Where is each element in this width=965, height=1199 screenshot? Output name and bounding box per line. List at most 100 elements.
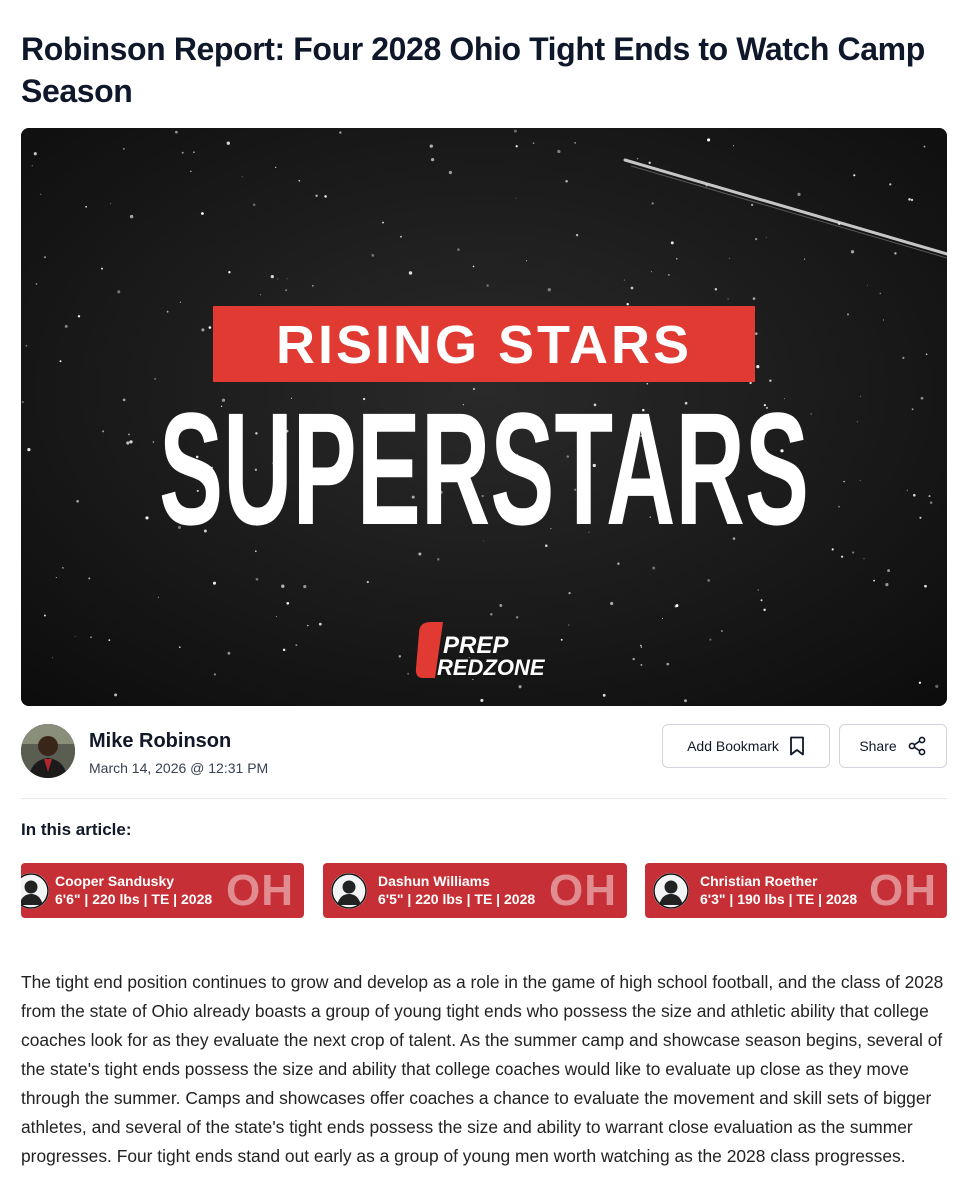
star-dot xyxy=(518,685,522,689)
star-dot xyxy=(623,279,626,281)
star-dot xyxy=(754,237,758,241)
star-dot xyxy=(850,250,855,254)
star-dot xyxy=(515,197,517,199)
star-dot xyxy=(707,578,711,582)
star-dot xyxy=(298,179,301,182)
star-dot xyxy=(324,195,327,198)
star-dot xyxy=(102,430,105,433)
star-dot xyxy=(88,577,91,580)
share-button[interactable]: Share xyxy=(839,724,947,768)
star-dot xyxy=(429,144,433,148)
star-dot xyxy=(935,684,939,689)
star-dot xyxy=(339,131,342,134)
player-info: 6'3" | 190 lbs | TE | 2028 xyxy=(700,891,858,907)
player-card-dashun-williams[interactable]: Dashun Williams 6'5" | 220 lbs | TE | 20… xyxy=(323,863,627,918)
author-avatar[interactable] xyxy=(21,724,75,778)
player-card-cooper-sandusky[interactable]: Cooper Sandusky 6'6" | 220 lbs | TE | 20… xyxy=(21,863,304,918)
star-dot xyxy=(515,145,518,148)
star-dot xyxy=(919,516,922,519)
add-bookmark-button[interactable]: Add Bookmark xyxy=(662,724,830,768)
star-dot xyxy=(303,585,307,589)
rising-stars-text: RISING STARS xyxy=(276,315,692,375)
star-dot xyxy=(25,344,28,347)
add-bookmark-label: Add Bookmark xyxy=(687,738,779,754)
star-dot xyxy=(101,267,103,270)
star-dot xyxy=(918,681,922,684)
star-dot xyxy=(448,170,452,175)
star-dot xyxy=(457,248,460,251)
star-dot xyxy=(727,298,729,300)
superstars-headline: SUPERSTARS xyxy=(159,379,809,558)
star-dot xyxy=(431,158,435,162)
star-dot xyxy=(906,489,908,491)
player-info: 6'5" | 220 lbs | TE | 2028 xyxy=(378,891,536,907)
star-dot xyxy=(59,360,62,363)
star-dot xyxy=(472,265,475,268)
star-dot xyxy=(277,278,279,280)
star-dot xyxy=(145,516,149,520)
star-dot xyxy=(515,615,519,619)
star-dot xyxy=(312,285,314,287)
star-dot xyxy=(108,639,111,641)
player-avatar-icon xyxy=(21,873,49,909)
star-dot xyxy=(752,297,756,300)
star-dot xyxy=(928,495,931,498)
star-dot xyxy=(676,257,678,260)
star-dot xyxy=(847,313,849,316)
star-dot xyxy=(709,638,712,641)
star-dot xyxy=(318,622,322,626)
star-dot xyxy=(255,577,259,581)
star-dot xyxy=(76,500,79,503)
star-dot xyxy=(557,149,561,154)
star-dot xyxy=(617,562,620,565)
star-dot xyxy=(574,142,576,144)
star-dot xyxy=(74,635,76,637)
star-dot xyxy=(526,260,528,262)
star-dot xyxy=(275,166,277,168)
star-dot xyxy=(756,365,760,369)
star-dot xyxy=(750,203,754,207)
star-dot xyxy=(43,256,47,259)
author-name[interactable]: Mike Robinson xyxy=(89,730,231,753)
star-dot xyxy=(765,236,767,238)
star-dot xyxy=(228,271,231,274)
star-dot xyxy=(212,581,217,585)
star-dot xyxy=(714,288,718,291)
star-dot xyxy=(873,579,875,582)
star-dot xyxy=(760,599,763,602)
star-dot xyxy=(408,271,413,275)
star-dot xyxy=(179,301,181,303)
star-dot xyxy=(437,558,440,561)
star-dot xyxy=(560,638,563,641)
star-dot xyxy=(838,505,840,508)
player-card-christian-roether[interactable]: Christian Roether 6'3" | 190 lbs | TE | … xyxy=(645,863,947,918)
svg-text:REDZONE: REDZONE xyxy=(437,655,546,680)
star-dot xyxy=(62,567,64,569)
star-dot xyxy=(568,591,571,595)
star-dot xyxy=(602,693,606,697)
star-dot xyxy=(547,288,551,292)
star-dot xyxy=(920,396,924,400)
star-dot xyxy=(632,657,635,661)
star-dot xyxy=(859,395,861,397)
star-dot xyxy=(650,271,652,273)
star-dot xyxy=(668,274,670,276)
star-dot xyxy=(863,558,865,560)
star-dot xyxy=(64,324,68,328)
star-dot xyxy=(887,569,891,573)
star-dot xyxy=(853,174,856,177)
star-dot xyxy=(154,377,157,380)
star-dot xyxy=(55,576,57,579)
star-dot xyxy=(499,604,503,607)
star-dot xyxy=(398,655,402,658)
star-dot xyxy=(640,663,643,666)
star-dot xyxy=(879,292,882,295)
star-dot xyxy=(755,332,758,335)
star-dot xyxy=(568,624,570,626)
star-dot xyxy=(213,673,217,676)
star-dot xyxy=(912,493,916,497)
star-dot xyxy=(707,138,711,142)
publish-date: March 14, 2026 @ 12:31 PM xyxy=(89,760,269,776)
star-dot xyxy=(721,630,723,632)
star-dot xyxy=(684,699,687,703)
